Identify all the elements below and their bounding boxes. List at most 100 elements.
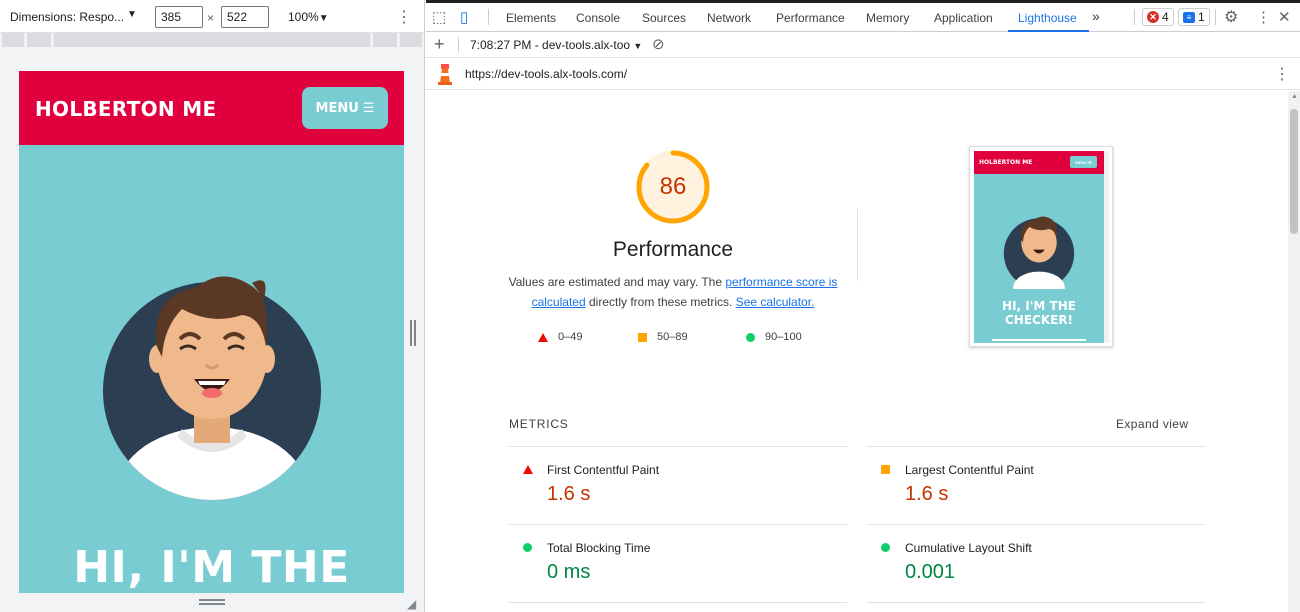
media-query-ruler[interactable] xyxy=(0,33,424,47)
audited-url: https://dev-tools.alx-tools.com/ xyxy=(465,67,628,81)
viewport-corner-resize-icon[interactable]: ◢ xyxy=(407,597,416,611)
tab-console[interactable]: Console xyxy=(576,11,620,25)
viewport-width-resize-handle[interactable] xyxy=(410,320,416,346)
screenshot-header: HOLBERTON ME MENU ☰ xyxy=(974,151,1104,174)
zoom-dropdown[interactable]: 100%▼ xyxy=(288,10,329,24)
metric-value: 1.6 s xyxy=(547,483,591,505)
metric-row-divider xyxy=(509,602,847,603)
screenshot-divider xyxy=(992,339,1086,341)
category-description: Values are estimated and may vary. The p… xyxy=(508,272,838,312)
tab-memory[interactable]: Memory xyxy=(866,11,909,25)
scroll-up-arrow-icon[interactable]: ▲ xyxy=(1291,93,1298,100)
device-width-input[interactable] xyxy=(155,6,203,28)
report-scrollbar-thumb[interactable] xyxy=(1290,109,1298,234)
report-more-options-icon[interactable]: ⋮ xyxy=(1274,64,1290,84)
zoom-caret-icon: ▼ xyxy=(318,13,329,24)
close-devtools-icon[interactable]: ✕ xyxy=(1278,8,1291,26)
screenshot-viewport: HOLBERTON ME MENU ☰ HI, I'M THE CHECKER! xyxy=(974,151,1104,343)
ruler-segment[interactable] xyxy=(400,33,422,47)
tab-network[interactable]: Network xyxy=(707,11,751,25)
error-icon: ✕ xyxy=(1147,11,1159,23)
times-separator: × xyxy=(207,11,215,25)
summary-divider xyxy=(857,209,858,281)
legend-pass-label: 90–100 xyxy=(765,331,802,343)
legend-average: 50–89 xyxy=(638,331,688,343)
fail-triangle-icon xyxy=(538,332,548,342)
tab-performance[interactable]: Performance xyxy=(776,11,845,25)
metrics-heading: METRICS xyxy=(509,417,569,431)
average-square-icon xyxy=(881,465,890,474)
customize-devtools-icon[interactable]: ⋮ xyxy=(1256,8,1271,26)
lighthouse-report-toolbar: + 7:08:27 PM - dev-tools.alx-too ▼ ⊘ xyxy=(426,32,1300,58)
tab-application[interactable]: Application xyxy=(934,11,993,25)
description-text: directly from these metrics. xyxy=(585,295,736,309)
avatar-illustration xyxy=(103,276,321,500)
screenshot-menu: MENU ☰ xyxy=(1070,156,1097,168)
metric-name: Largest Contentful Paint xyxy=(905,463,1034,477)
tab-lighthouse[interactable]: Lighthouse xyxy=(1018,11,1077,25)
dimensions-caret-icon[interactable]: ▼ xyxy=(127,9,137,20)
screenshot-hero-title: HI, I'M THE CHECKER! xyxy=(1002,299,1076,327)
report-scrollbar[interactable]: ▲ xyxy=(1288,91,1300,612)
lighthouse-url-bar: https://dev-tools.alx-tools.com/ ⋮ xyxy=(426,58,1300,90)
average-square-icon xyxy=(638,332,647,342)
settings-gear-icon[interactable]: ⚙ xyxy=(1224,7,1238,27)
metric-value: 0 ms xyxy=(547,561,591,583)
pass-circle-icon xyxy=(881,543,890,552)
legend-fail: 0–49 xyxy=(538,331,582,343)
more-tabs-icon[interactable]: » xyxy=(1092,8,1100,24)
see-calculator-link[interactable]: See calculator. xyxy=(736,295,815,309)
clear-reports-icon[interactable]: ⊘ xyxy=(652,35,665,53)
pass-circle-icon xyxy=(746,332,755,342)
site-logo[interactable]: HOLBERTON ME xyxy=(35,97,216,121)
toolbar-divider xyxy=(458,37,459,53)
metric-value: 0.001 xyxy=(905,561,956,583)
tab-elements[interactable]: Elements xyxy=(506,11,556,25)
viewport-height-resize-handle[interactable] xyxy=(199,599,225,605)
site-menu-button[interactable]: MENU ☰ xyxy=(302,87,388,129)
pass-circle-icon xyxy=(523,543,532,552)
error-count-badge[interactable]: ✕ 4 xyxy=(1142,8,1174,26)
devtools-panel: ⬚ ▯ Elements Console Sources Network Per… xyxy=(426,0,1300,612)
report-selector-label: 7:08:27 PM - dev-tools.alx-too xyxy=(470,38,631,52)
metric-largest-contentful-paint: Largest Contentful Paint 1.6 s xyxy=(867,446,1205,524)
hero-title: HI, I'M THE xyxy=(73,542,350,593)
report-selector-caret-icon: ▼ xyxy=(633,41,643,51)
expand-view-toggle[interactable]: Expand view xyxy=(1116,417,1188,431)
ruler-segment[interactable] xyxy=(373,33,397,47)
ruler-segment[interactable] xyxy=(54,33,370,47)
zoom-value: 100% xyxy=(288,10,319,24)
inspect-element-icon[interactable]: ⬚ xyxy=(432,8,446,26)
emulated-viewport[interactable]: HOLBERTON ME MENU ☰ HI, I'M THE xyxy=(19,71,404,593)
device-toolbar-toggle-icon[interactable]: ▯ xyxy=(460,8,468,26)
error-count: 4 xyxy=(1162,10,1169,24)
ruler-segment[interactable] xyxy=(2,33,24,47)
report-selector-dropdown[interactable]: 7:08:27 PM - dev-tools.alx-too ▼ xyxy=(470,38,642,52)
lighthouse-logo-icon xyxy=(438,64,452,85)
device-height-input[interactable] xyxy=(221,6,269,28)
hamburger-icon: ☰ xyxy=(362,100,375,116)
metric-name: First Contentful Paint xyxy=(547,463,660,477)
dimensions-dropdown[interactable]: Dimensions: Respo... xyxy=(10,10,124,24)
metric-cumulative-layout-shift: Cumulative Layout Shift 0.001 xyxy=(867,524,1205,602)
new-report-plus-icon[interactable]: + xyxy=(434,34,445,55)
fail-triangle-icon xyxy=(523,465,533,474)
screenshot-logo: HOLBERTON ME xyxy=(979,159,1033,166)
metric-row-divider xyxy=(867,602,1205,603)
metric-value: 1.6 s xyxy=(905,483,949,505)
screenshot-avatar xyxy=(1003,216,1075,289)
tab-sources[interactable]: Sources xyxy=(642,11,686,25)
message-icon: ≡ xyxy=(1183,11,1195,23)
lighthouse-report: 86 Performance Values are estimated and … xyxy=(426,91,1288,612)
final-screenshot-thumbnail[interactable]: HOLBERTON ME MENU ☰ HI, I'M THE CHECKER! xyxy=(969,146,1113,347)
toolbar-divider xyxy=(1134,9,1135,25)
message-count-badge[interactable]: ≡ 1 xyxy=(1178,8,1210,26)
description-text: Values are estimated and may vary. The xyxy=(508,275,726,289)
toolbar-divider xyxy=(1215,9,1216,25)
metric-name: Total Blocking Time xyxy=(547,541,651,555)
device-more-options-icon[interactable]: ⋮ xyxy=(396,7,412,27)
legend-fail-label: 0–49 xyxy=(558,331,583,343)
device-emulation-pane: Dimensions: Respo... ▼ × 100%▼ ⋮ HOLBERT… xyxy=(0,0,425,612)
ruler-segment[interactable] xyxy=(27,33,51,47)
message-count: 1 xyxy=(1198,10,1205,24)
